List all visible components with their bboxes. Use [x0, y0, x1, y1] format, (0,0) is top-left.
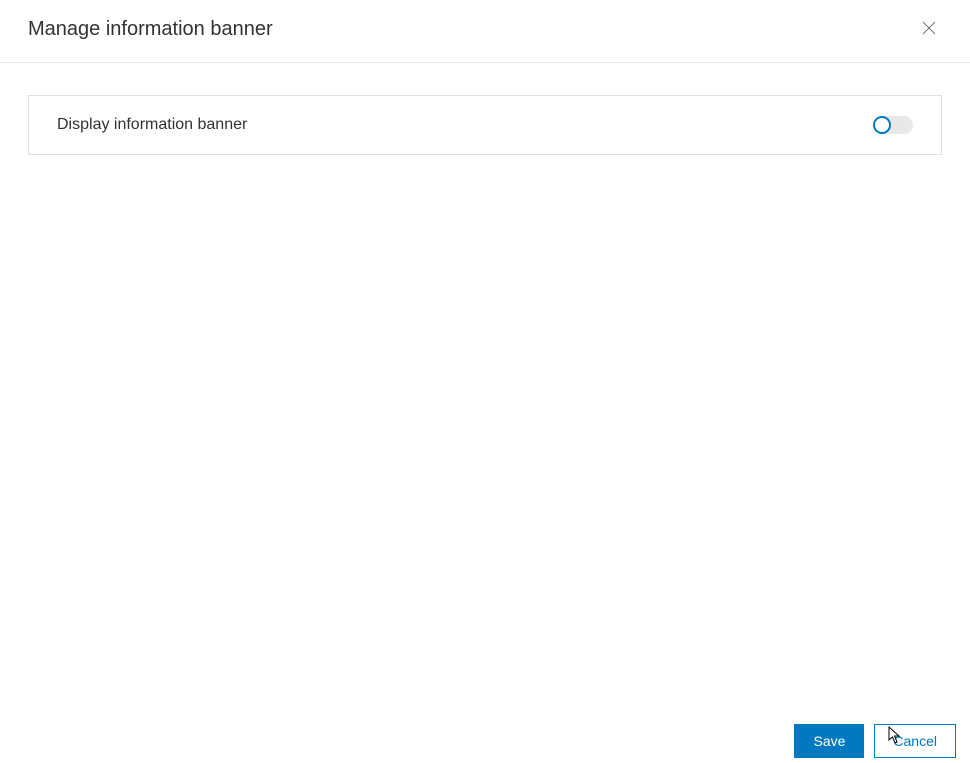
display-banner-label: Display information banner [57, 116, 247, 134]
close-icon [920, 19, 938, 40]
toggle-knob [873, 116, 891, 134]
save-button[interactable]: Save [794, 724, 864, 758]
dialog-header: Manage information banner [0, 0, 970, 63]
dialog-title: Manage information banner [28, 18, 273, 41]
dialog-content: Display information banner [0, 63, 970, 187]
dialog-footer: Save Cancel [0, 724, 970, 763]
display-banner-toggle[interactable] [873, 114, 913, 136]
display-banner-row: Display information banner [28, 95, 942, 155]
cancel-button[interactable]: Cancel [874, 724, 956, 758]
close-button[interactable] [916, 15, 942, 44]
